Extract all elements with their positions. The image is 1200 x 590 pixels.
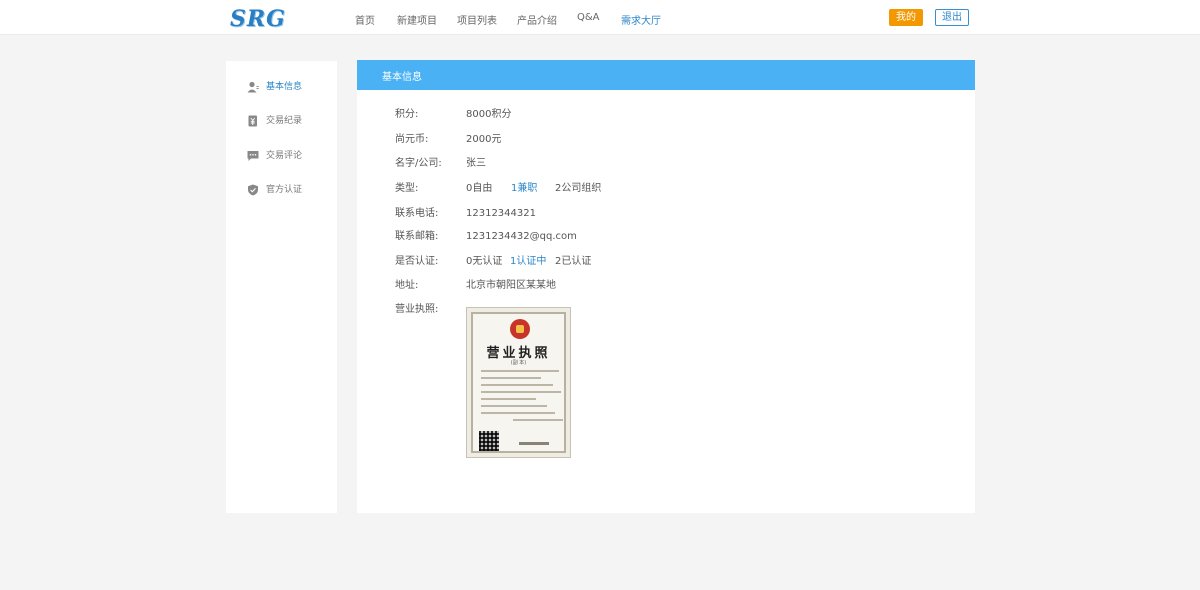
- type-row: 类型: 0自由 1兼职 2公司组织: [395, 182, 955, 196]
- verified-row: 是否认证: 0无认证 1认证中 2已认证: [395, 255, 955, 269]
- sidebar-item-transactions[interactable]: 交易纪录: [247, 114, 333, 128]
- verified-option-pending[interactable]: 1认证中: [510, 255, 546, 269]
- license-text-line: [481, 384, 553, 386]
- national-emblem-icon: [510, 319, 530, 339]
- nav-product-intro[interactable]: 产品介绍: [517, 12, 557, 27]
- srg-logo[interactable]: SRG: [230, 6, 286, 32]
- points-value: 8000积分: [466, 109, 512, 120]
- sidebar-item-reviews[interactable]: 交易评论: [247, 149, 333, 163]
- address-value: 北京市朝阳区某某地: [466, 280, 556, 291]
- phone-row: 联系电话: 12312344321: [395, 207, 955, 221]
- sidebar-item-label: 交易评论: [266, 151, 303, 161]
- top-header: SRG 首页 新建项目 项目列表 产品介绍 Q&A 需求大厅 我的 退出: [0, 0, 1200, 35]
- sidebar-item-label: 交易纪录: [266, 116, 303, 126]
- phone-label: 联系电话:: [395, 208, 439, 219]
- license-text-line: [513, 419, 563, 421]
- type-option-part-time[interactable]: 1兼职: [511, 182, 537, 196]
- business-license-image[interactable]: 营业执照 (副 本): [466, 307, 571, 458]
- type-option-company[interactable]: 2公司组织: [555, 182, 601, 196]
- verified-label: 是否认证:: [395, 256, 439, 267]
- license-text-line: [481, 391, 561, 393]
- email-value: 1231234432@qq.com: [466, 231, 577, 242]
- phone-value: 12312344321: [466, 208, 536, 219]
- license-label: 营业执照:: [395, 304, 439, 315]
- shield-icon: [248, 184, 258, 196]
- license-issuer-line: [519, 442, 549, 445]
- license-text-line: [481, 377, 541, 379]
- nav-new-project[interactable]: 新建项目: [397, 12, 437, 27]
- logout-button[interactable]: 退出: [935, 9, 969, 26]
- coins-value: 2000元: [466, 134, 502, 145]
- license-subtitle: (副 本): [510, 360, 527, 366]
- name-value: 张三: [466, 158, 486, 169]
- address-row: 地址: 北京市朝阳区某某地: [395, 279, 955, 293]
- coins-label: 尚元币:: [395, 134, 429, 145]
- points-label: 积分:: [395, 109, 419, 120]
- email-label: 联系邮箱:: [395, 231, 439, 242]
- coins-row: 尚元币: 2000元: [395, 133, 955, 147]
- license-document: 营业执照 (副 本): [471, 312, 566, 453]
- mine-button[interactable]: 我的: [889, 9, 923, 26]
- email-row: 联系邮箱: 1231234432@qq.com: [395, 230, 955, 244]
- nav-home[interactable]: 首页: [355, 12, 375, 27]
- license-text-line: [481, 398, 536, 400]
- nav-demand-hall[interactable]: 需求大厅: [621, 12, 661, 27]
- comment-icon: [247, 151, 259, 161]
- address-label: 地址:: [395, 280, 419, 291]
- sidebar-item-label: 官方认证: [266, 185, 303, 195]
- license-text-line: [481, 412, 555, 414]
- verified-option-done[interactable]: 2已认证: [555, 255, 591, 269]
- name-label: 名字/公司:: [395, 158, 442, 169]
- license-text-line: [481, 405, 547, 407]
- sidebar: 基本信息 交易纪录 交易评论 官方认证: [226, 61, 337, 513]
- verified-option-none[interactable]: 0无认证: [466, 255, 502, 269]
- nav-qa[interactable]: Q&A: [577, 12, 600, 23]
- nav-project-list[interactable]: 项目列表: [457, 12, 497, 27]
- receipt-icon: [248, 115, 257, 127]
- user-icon: [247, 81, 259, 93]
- sidebar-item-basic-info[interactable]: 基本信息: [247, 80, 333, 94]
- sidebar-item-official-cert[interactable]: 官方认证: [247, 183, 333, 197]
- panel-title: 基本信息: [382, 72, 422, 83]
- sidebar-item-label: 基本信息: [266, 82, 303, 92]
- basic-info-panel: 基本信息 积分: 8000积分 尚元币: 2000元 名字/公司: 张三 类型:…: [357, 60, 975, 513]
- type-option-free[interactable]: 0自由: [466, 182, 492, 196]
- qr-code-icon: [479, 431, 499, 451]
- panel-header: 基本信息: [357, 60, 975, 90]
- name-row: 名字/公司: 张三: [395, 157, 955, 171]
- type-label: 类型:: [395, 183, 419, 194]
- points-row: 积分: 8000积分: [395, 108, 955, 122]
- license-text-line: [481, 370, 559, 372]
